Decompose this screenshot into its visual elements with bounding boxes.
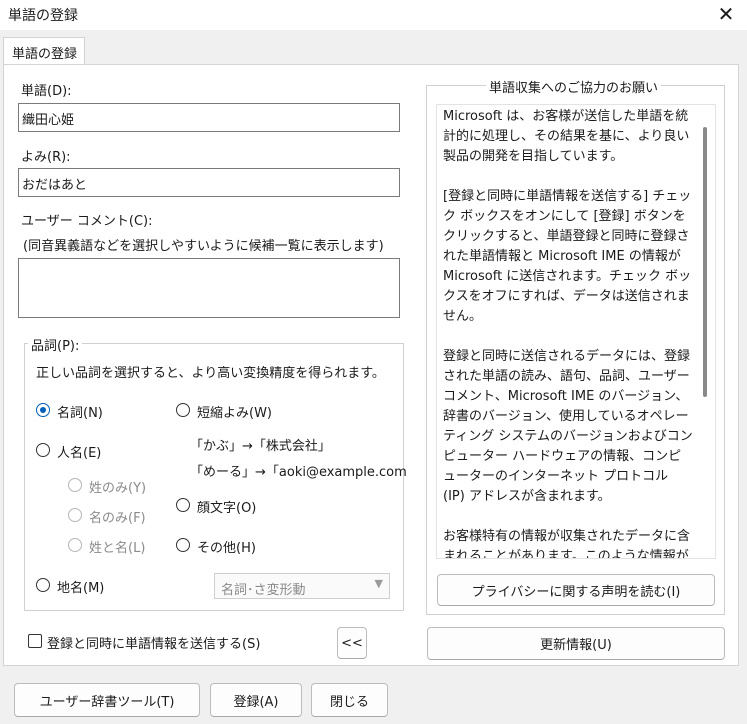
info-text: Microsoft は、お客様が送信した単語を統計的に処理し、その結果を基に、よ…	[443, 107, 693, 559]
fullname-label[interactable]: 姓と名(L)	[89, 537, 145, 556]
info-scrollbar-thumb[interactable]	[703, 127, 707, 397]
info-paragraph-4: お客様特有の情報が収集されたデータに含まれることがあります。このような情報が	[443, 529, 691, 559]
send-info-checkbox[interactable]	[28, 634, 42, 648]
pos-group-title: 品詞(P):	[28, 335, 83, 354]
abbrev-example-2: 「めーる」→「aoki@example.com	[190, 465, 407, 480]
close-button[interactable]: 閉じる	[311, 683, 388, 717]
pos-description: 正しい品詞を選択すると、より高い変換精度を得られます。	[36, 366, 385, 381]
info-paragraph-2: [登録と同時に単語情報を送信する] チェック ボックスをオンにして [登録] ボ…	[443, 189, 692, 324]
word-label: 単語(D):	[21, 84, 72, 99]
tab-word-register[interactable]: 単語の登録	[3, 37, 85, 65]
collapse-button[interactable]: <<	[337, 627, 367, 659]
info-scroll-area[interactable]: Microsoft は、お客様が送信した単語を統計的に処理し、その結果を基に、よ…	[436, 104, 716, 559]
register-button[interactable]: 登録(A)	[210, 683, 302, 717]
comment-input[interactable]	[18, 258, 400, 318]
privacy-button[interactable]: プライバシーに関する声明を読む(I)	[437, 574, 715, 606]
close-icon[interactable]: ✕	[714, 2, 738, 26]
user-dictionary-tool-button[interactable]: ユーザー辞書ツール(T)	[14, 683, 200, 717]
chevron-down-icon: ▼	[374, 577, 383, 590]
info-paragraph-3: 登録と同時に送信されるデータには、登録された単語の読み、語句、品詞、ユーザー コ…	[443, 349, 693, 504]
emoticon-label[interactable]: 顔文字(O)	[197, 497, 256, 516]
send-info-label[interactable]: 登録と同時に単語情報を送信する(S)	[47, 633, 260, 652]
place-radio[interactable]	[36, 578, 50, 592]
pos-detail-value: 名詞･さ変形動	[221, 583, 306, 598]
comment-hint: (同音異義語などを選択しやすいように候補一覧に表示します)	[23, 239, 384, 254]
title-bar	[0, 0, 747, 30]
tab-label: 単語の登録	[12, 47, 78, 62]
emoticon-radio[interactable]	[176, 498, 190, 512]
person-label[interactable]: 人名(E)	[57, 442, 101, 461]
reading-label: よみ(R):	[21, 150, 71, 165]
other-label[interactable]: その他(H)	[197, 537, 256, 556]
abbrev-radio[interactable]	[176, 403, 190, 417]
info-paragraph-1: Microsoft は、お客様が送信した単語を統計的に処理し、その結果を基に、よ…	[443, 109, 690, 164]
info-group-title: 単語収集へのご協力のお願い	[486, 77, 662, 96]
window-title: 単語の登録	[8, 8, 78, 24]
place-label[interactable]: 地名(M)	[57, 577, 104, 596]
pos-detail-select[interactable]: 名詞･さ変形動 ▼	[214, 573, 390, 599]
surname-label[interactable]: 姓のみ(Y)	[89, 477, 146, 496]
given-name-label[interactable]: 名のみ(F)	[89, 507, 146, 526]
given-name-radio[interactable]	[68, 508, 82, 522]
surname-radio[interactable]	[68, 478, 82, 492]
comment-label: ユーザー コメント(C):	[21, 214, 153, 229]
person-radio[interactable]	[36, 443, 50, 457]
abbrev-example-1: 「かぶ」→「株式会社」	[190, 439, 331, 454]
noun-label[interactable]: 名詞(N)	[57, 402, 103, 421]
word-input[interactable]: 織田心姫	[18, 103, 400, 132]
reading-input[interactable]: おだはあと	[18, 168, 400, 197]
other-radio[interactable]	[176, 538, 190, 552]
update-info-button[interactable]: 更新情報(U)	[427, 627, 725, 660]
abbrev-label[interactable]: 短縮よみ(W)	[197, 402, 272, 421]
noun-radio[interactable]	[36, 403, 50, 417]
fullname-radio[interactable]	[68, 538, 82, 552]
